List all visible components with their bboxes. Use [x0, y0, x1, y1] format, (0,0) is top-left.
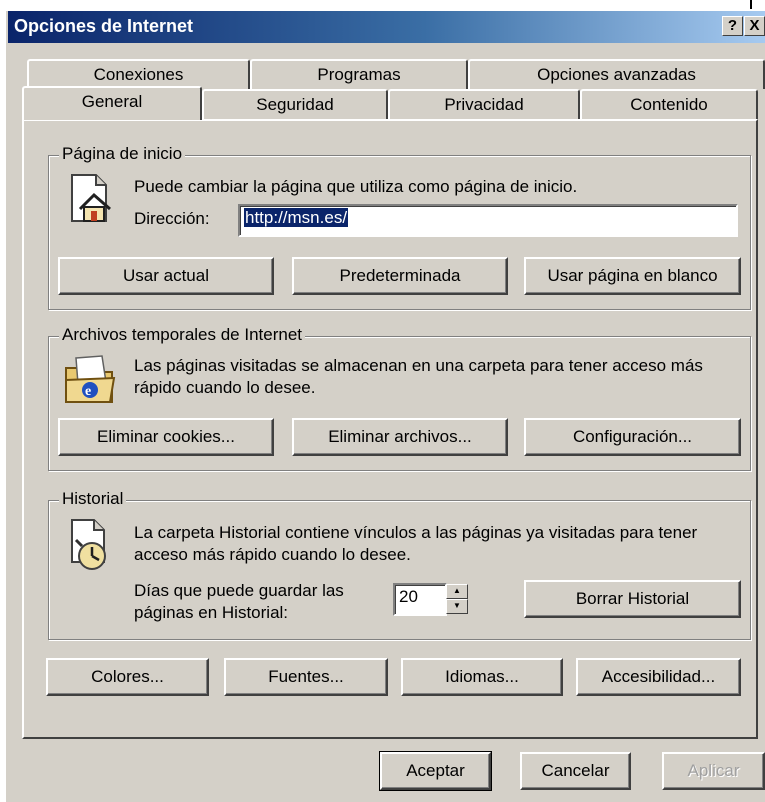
window-title: Opciones de Internet	[14, 16, 194, 36]
delete-files-button[interactable]: Eliminar archivos...	[292, 418, 508, 456]
tab-privacidad[interactable]: Privacidad	[388, 89, 580, 119]
tab-label: Seguridad	[256, 95, 334, 114]
tab-label: Conexiones	[93, 65, 184, 84]
history-icon	[71, 519, 106, 570]
history-description-1: La carpeta Historial contiene vínculos a…	[134, 523, 698, 542]
use-current-button[interactable]: Usar actual	[58, 257, 274, 295]
ok-button[interactable]: Aceptar	[379, 751, 492, 791]
history-legend: Historial	[59, 489, 127, 509]
svg-text:e: e	[85, 384, 91, 399]
tab-label: Programas	[317, 65, 401, 84]
settings-button[interactable]: Configuración...	[524, 418, 741, 456]
fonts-button[interactable]: Fuentes...	[224, 658, 388, 696]
top-strip	[0, 0, 765, 9]
temp-files-description-1: Las páginas visitadas se almacenan en un…	[134, 356, 703, 375]
address-input[interactable]: http://msn.es/	[238, 204, 738, 237]
days-label-1: Días que puede guardar las	[134, 581, 344, 600]
address-label: Dirección:	[134, 209, 210, 228]
days-value: 20	[399, 587, 418, 606]
temp-files-description-2: rápido cuando lo desee.	[134, 378, 316, 397]
days-spinner[interactable]: ▲ ▼	[446, 584, 468, 614]
folder-ie-icon: e	[65, 355, 116, 403]
tab-opciones-avanzadas[interactable]: Opciones avanzadas	[468, 59, 765, 89]
history-description-2: acceso más rápido cuando lo desee.	[134, 545, 411, 564]
title-bar[interactable]: Opciones de Internet ? X	[8, 11, 765, 43]
close-button[interactable]: X	[744, 16, 765, 36]
accessibility-button[interactable]: Accesibilidad...	[576, 658, 741, 696]
apply-button[interactable]: Aplicar	[662, 752, 765, 790]
tab-label: Privacidad	[444, 95, 524, 114]
tab-label: Opciones avanzadas	[537, 65, 696, 84]
cancel-button[interactable]: Cancelar	[520, 752, 631, 790]
languages-button[interactable]: Idiomas...	[401, 658, 563, 696]
home-page-description: Puede cambiar la página que utiliza como…	[134, 177, 578, 196]
tab-label: General	[81, 92, 143, 111]
home-page-legend: Página de inicio	[59, 144, 186, 164]
delete-cookies-button[interactable]: Eliminar cookies...	[58, 418, 274, 456]
days-label-2: páginas en Historial:	[134, 603, 289, 622]
tab-programas[interactable]: Programas	[250, 59, 468, 89]
tab-contenido[interactable]: Contenido	[580, 89, 758, 119]
tab-label: Contenido	[630, 95, 708, 114]
use-blank-button[interactable]: Usar página en blanco	[524, 257, 741, 295]
spin-down-icon[interactable]: ▼	[446, 599, 468, 614]
home-page-icon	[71, 174, 111, 222]
address-value: http://msn.es/	[244, 208, 349, 227]
help-button[interactable]: ?	[722, 16, 743, 36]
tab-conexiones[interactable]: Conexiones	[27, 59, 250, 89]
tab-general[interactable]: General	[22, 86, 202, 120]
clear-history-button[interactable]: Borrar Historial	[524, 580, 741, 618]
days-input[interactable]: 20	[393, 583, 447, 616]
colors-button[interactable]: Colores...	[46, 658, 209, 696]
spin-up-icon[interactable]: ▲	[446, 584, 468, 599]
temp-files-legend: Archivos temporales de Internet	[59, 325, 306, 345]
tab-seguridad[interactable]: Seguridad	[202, 89, 388, 119]
use-default-button[interactable]: Predeterminada	[292, 257, 508, 295]
